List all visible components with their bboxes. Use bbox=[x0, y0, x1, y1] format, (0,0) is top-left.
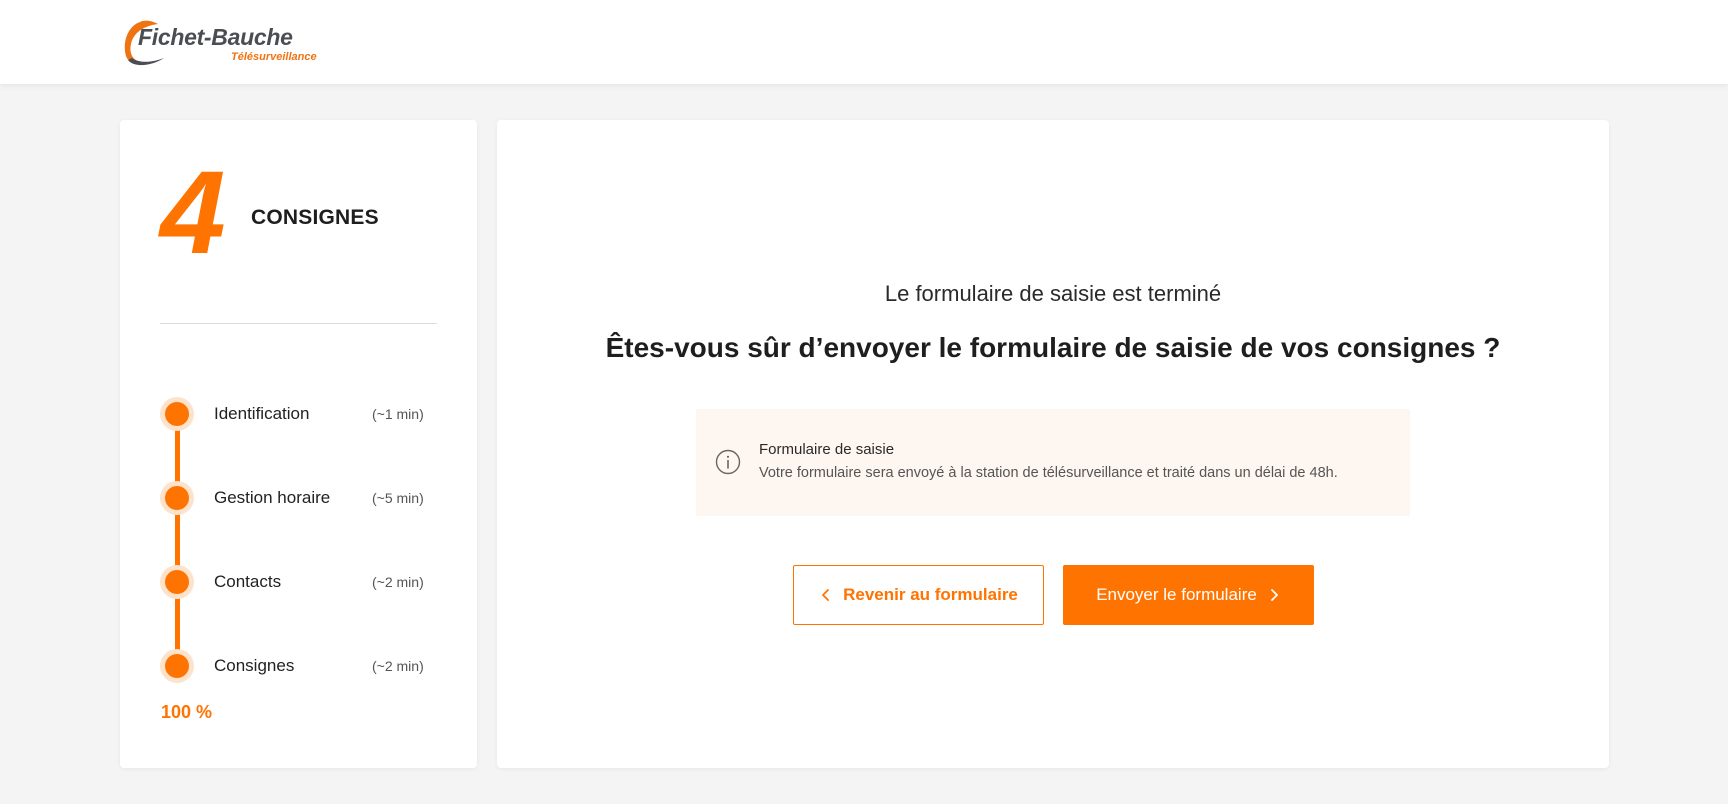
current-step-title: CONSIGNES bbox=[251, 206, 379, 229]
divider bbox=[160, 323, 437, 324]
chevron-left-icon bbox=[822, 589, 830, 601]
chevron-right-icon bbox=[1270, 589, 1278, 601]
step-dot-icon bbox=[160, 397, 194, 431]
send-button-label: Envoyer le formulaire bbox=[1096, 585, 1257, 604]
step-item-consignes[interactable]: Consignes (~2 min) bbox=[160, 649, 450, 683]
back-to-form-button[interactable]: Revenir au formulaire bbox=[793, 565, 1044, 625]
progress-percentage: 100 % bbox=[161, 702, 213, 722]
send-form-button[interactable]: Envoyer le formulaire bbox=[1063, 565, 1314, 625]
step-label: Identification bbox=[214, 404, 310, 423]
completion-subtitle: Le formulaire de saisie est terminé bbox=[884, 281, 1222, 306]
step-dot-icon bbox=[160, 565, 194, 599]
step-time: (~2 min) bbox=[372, 574, 424, 590]
header: Fichet-Bauche Télésurveillance bbox=[0, 0, 1728, 84]
info-title: Formulaire de saisie bbox=[759, 441, 895, 458]
step-time: (~1 min) bbox=[372, 406, 424, 422]
step-item-contacts[interactable]: Contacts (~2 min) bbox=[160, 565, 450, 599]
step-label: Consignes bbox=[214, 656, 295, 675]
info-text: Votre formulaire sera envoyé à la statio… bbox=[759, 465, 1338, 481]
logo[interactable]: Fichet-Bauche Télésurveillance bbox=[118, 16, 348, 68]
info-icon bbox=[715, 449, 741, 475]
info-notice: Formulaire de saisie Votre formulaire se… bbox=[696, 409, 1410, 516]
step-time: (~2 min) bbox=[372, 658, 424, 674]
confirmation-question: Êtes-vous sûr d’envoyer le formulaire de… bbox=[605, 332, 1501, 363]
step-item-identification[interactable]: Identification (~1 min) bbox=[160, 397, 450, 431]
progress-sidebar: 4 CONSIGNES Identification (~1 min) Gest… bbox=[120, 120, 477, 768]
step-dot-icon bbox=[160, 481, 194, 515]
current-step-number: 4 bbox=[160, 147, 226, 279]
confirmation-card: Le formulaire de saisie est terminé Êtes… bbox=[497, 120, 1609, 768]
step-label: Gestion horaire bbox=[214, 488, 331, 507]
logo-sub-text: Télésurveillance bbox=[231, 51, 317, 63]
step-item-gestion-horaire[interactable]: Gestion horaire (~5 min) bbox=[160, 481, 450, 515]
step-time: (~5 min) bbox=[372, 490, 424, 506]
step-dot-icon bbox=[160, 649, 194, 683]
progress-timeline-line bbox=[175, 415, 180, 667]
step-label: Contacts bbox=[214, 572, 282, 591]
logo-main-text: Fichet-Bauche bbox=[138, 24, 293, 50]
back-button-label: Revenir au formulaire bbox=[843, 585, 1018, 604]
